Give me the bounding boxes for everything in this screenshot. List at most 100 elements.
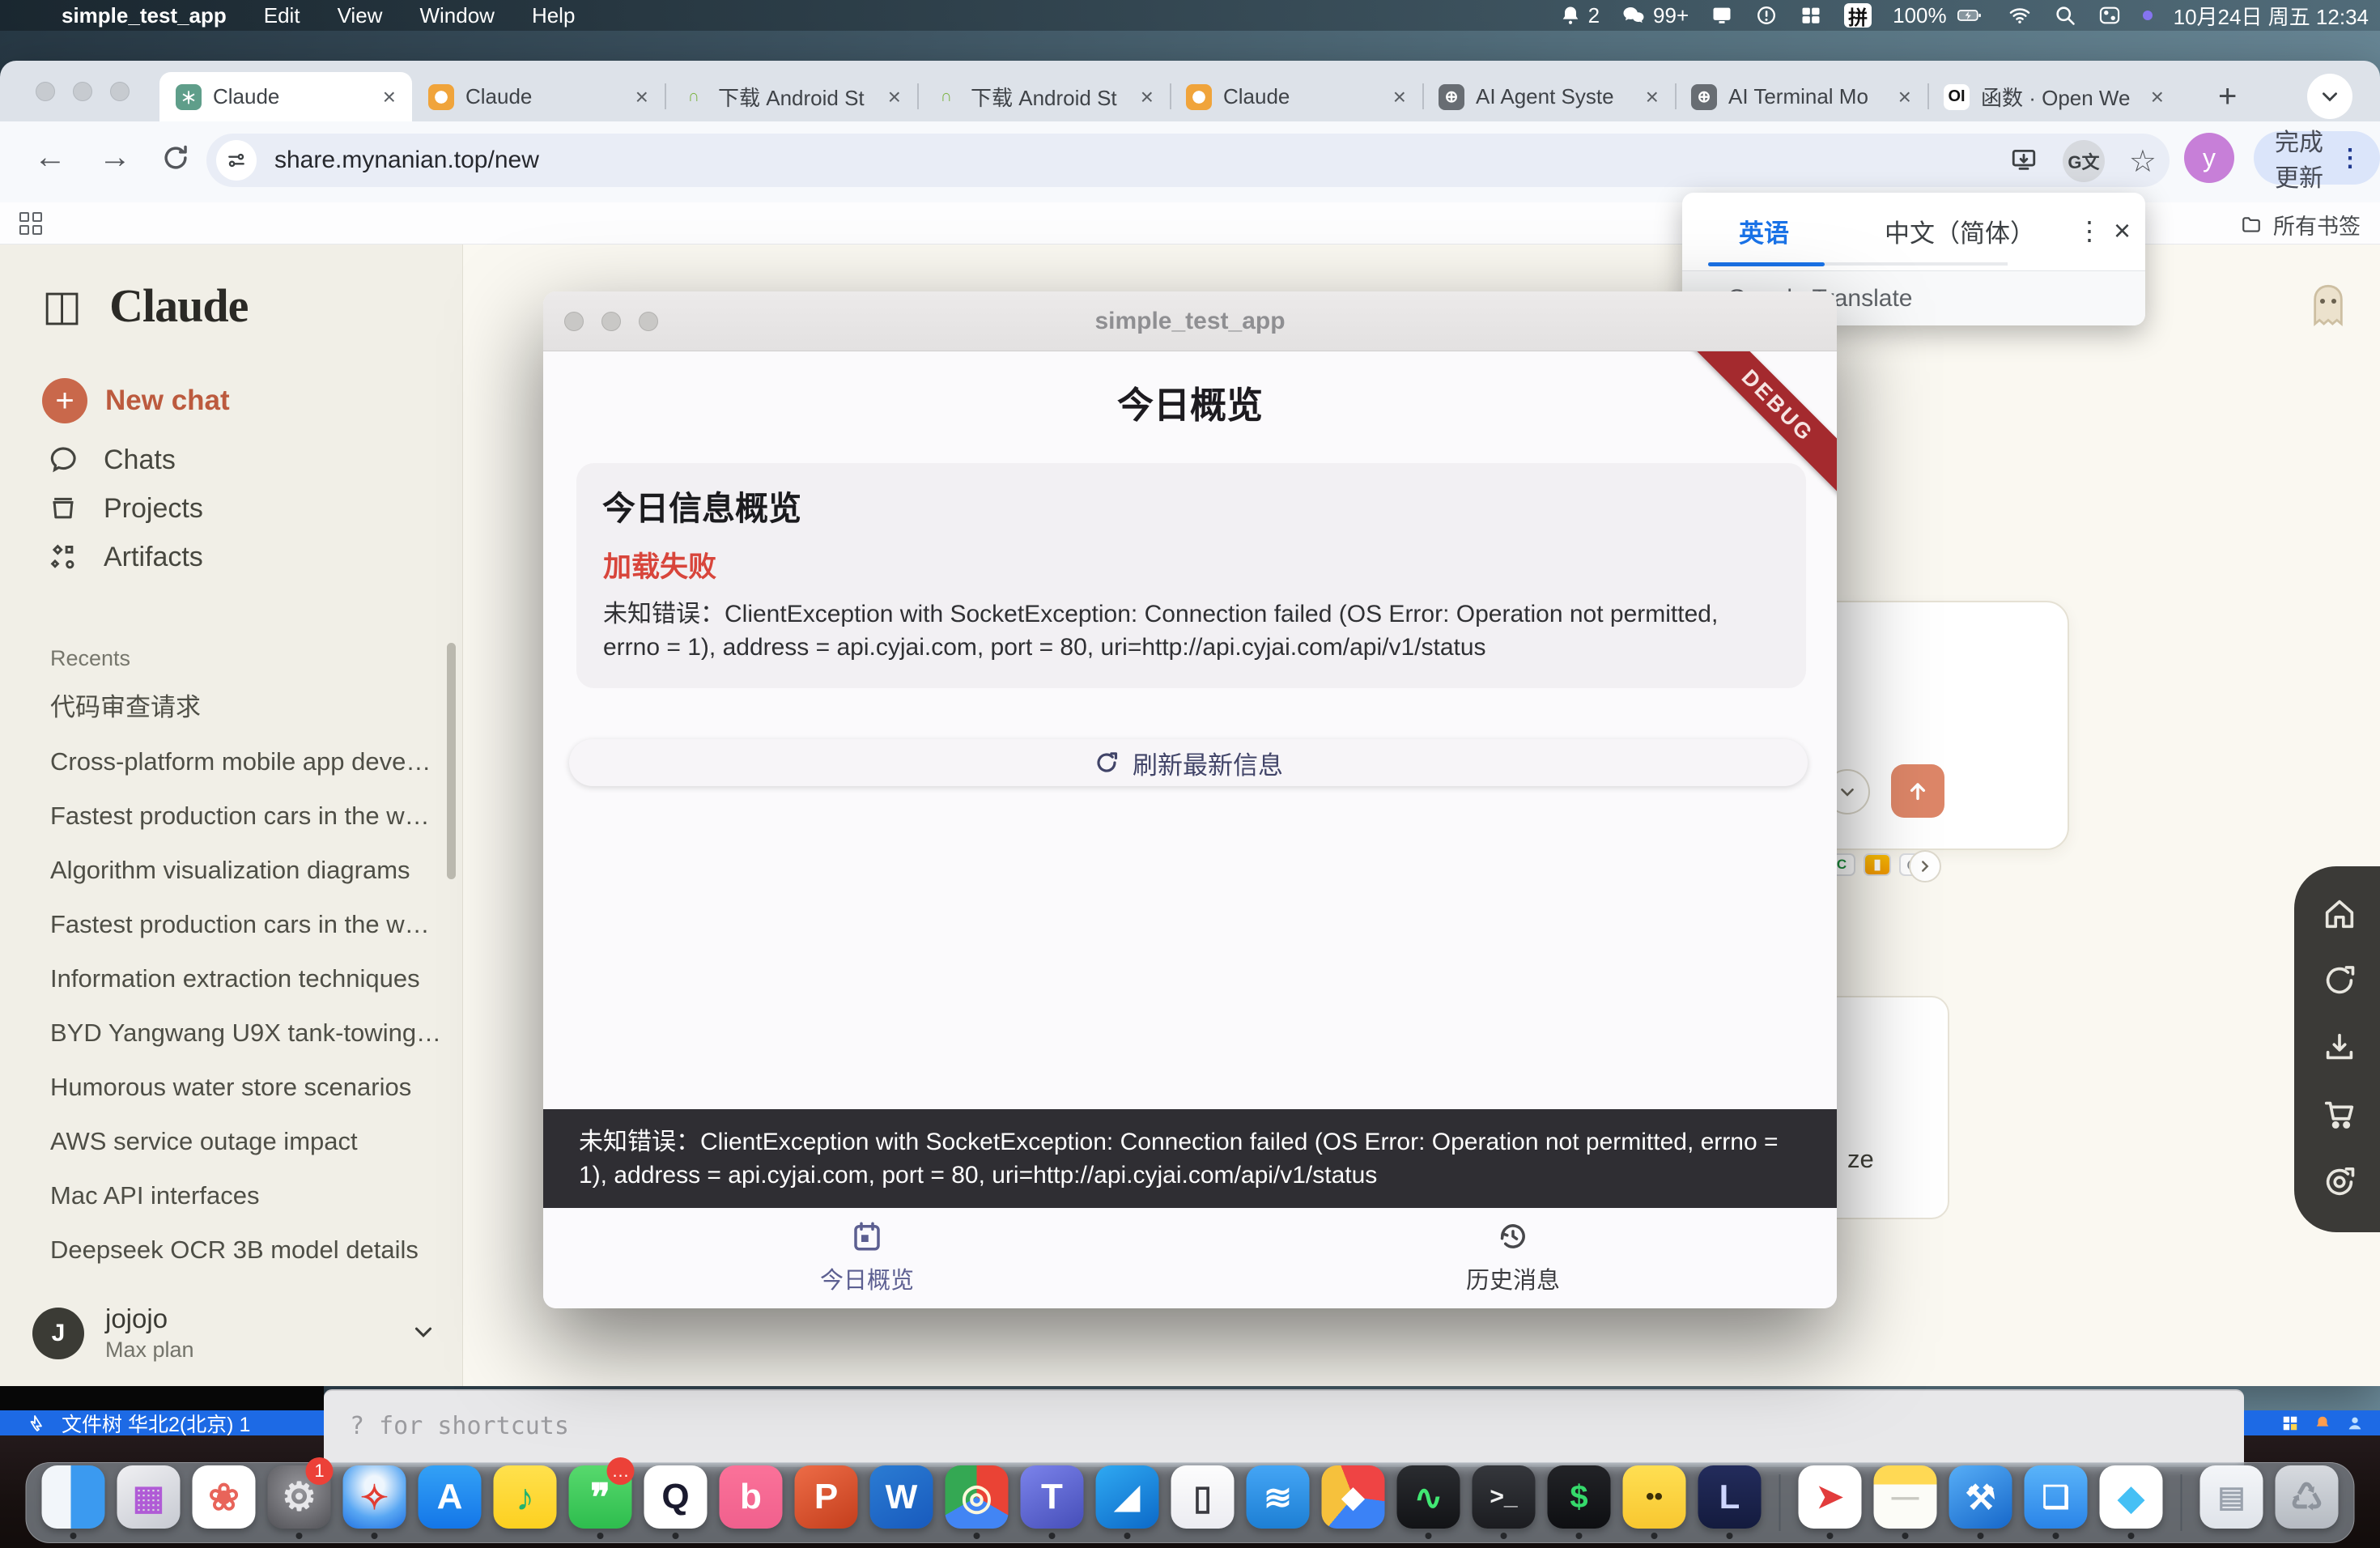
wechat-status-icon[interactable]: 99+	[1621, 3, 1689, 28]
dock-red-arrow-app[interactable]: ➤	[1798, 1465, 1863, 1540]
cart-icon[interactable]	[2321, 1095, 2358, 1137]
recent-chat-item[interactable]: Information extraction techniques	[0, 951, 453, 1006]
browser-menu-icon[interactable]: ⋮	[2338, 144, 2362, 172]
battery-status[interactable]: 100%	[1893, 3, 1986, 28]
nav-history-messages[interactable]: 历史消息	[1392, 1219, 1634, 1295]
recent-chat-item[interactable]: Cross-platform mobile app deve…	[0, 734, 453, 789]
forward-button[interactable]: →	[99, 139, 131, 176]
stage-manager-icon[interactable]	[1799, 4, 1823, 27]
dock-teams[interactable]: T	[1020, 1465, 1085, 1540]
dock-activity-monitor[interactable]: ∿	[1396, 1465, 1461, 1540]
tab-close-icon[interactable]: ×	[1643, 84, 1662, 110]
refresh-latest-button[interactable]: 刷新最新信息	[569, 739, 1808, 786]
dock-dev-cube[interactable]: ◆	[1321, 1465, 1386, 1540]
tab-close-icon[interactable]: ×	[380, 84, 399, 110]
control-center-icon[interactable]	[2097, 4, 2122, 27]
dock-trash[interactable]: ♺	[2275, 1465, 2340, 1540]
nav-today-overview[interactable]: 今日概览	[746, 1219, 988, 1295]
tab-close-icon[interactable]: ×	[1895, 84, 1915, 110]
dock-qq[interactable]: Q	[644, 1465, 708, 1540]
dock-docker[interactable]: ≋	[1246, 1465, 1311, 1540]
dock-word[interactable]: W	[869, 1465, 934, 1540]
recent-chat-item[interactable]: Deepseek OCR 3B model details	[0, 1223, 453, 1277]
dock-app-store[interactable]: A	[418, 1465, 482, 1540]
new-chat-button[interactable]: + New chat	[42, 378, 230, 423]
refresh-icon[interactable]	[2321, 962, 2358, 1003]
dock-powerpoint[interactable]: P	[794, 1465, 859, 1540]
time-machine-icon[interactable]	[1755, 4, 1778, 27]
dock-notes[interactable]: ―	[1873, 1465, 1938, 1540]
close-window-button[interactable]	[36, 82, 55, 101]
bookmark-star-icon[interactable]: ☆	[2129, 143, 2157, 180]
tab-open-webui[interactable]: OI 函数 · Open We ×	[1927, 72, 2180, 121]
tab-close-icon[interactable]: ×	[2148, 84, 2167, 110]
tab-close-icon[interactable]: ×	[1137, 84, 1157, 110]
new-tab-button[interactable]: +	[2218, 79, 2237, 115]
dock-launchpad[interactable]: ▦	[117, 1465, 181, 1540]
dock-lilisi-network[interactable]: L	[1698, 1465, 1762, 1540]
sidebar-scrollbar[interactable]	[447, 643, 456, 879]
dock-iterm[interactable]: $	[1547, 1465, 1612, 1540]
reload-button[interactable]	[160, 142, 191, 181]
zoom-window-button[interactable]	[110, 82, 130, 101]
tab-android-studio-2[interactable]: ∩ 下载 Android St ×	[917, 72, 1170, 121]
sidebar-toggle-icon[interactable]: ◫	[42, 285, 82, 327]
site-controls-icon[interactable]	[216, 140, 257, 181]
back-button[interactable]: ←	[34, 139, 66, 176]
dock-iphone-mirroring[interactable]: ▯	[1171, 1465, 1235, 1540]
recent-chat-item[interactable]: AWS service outage impact	[0, 1114, 453, 1168]
url-text[interactable]: share.mynanian.top/new	[274, 147, 539, 174]
recent-chat-item[interactable]: 代码审查请求	[0, 680, 453, 734]
connector-chip-2[interactable]: ▮	[1864, 853, 1891, 876]
tab-claude-active[interactable]: ＊ Claude ×	[159, 72, 412, 121]
dock-photos[interactable]: ❀	[192, 1465, 257, 1540]
dock-safari[interactable]: ✧	[342, 1465, 407, 1540]
address-bar[interactable]: share.mynanian.top/new G文 ☆	[206, 134, 2170, 187]
install-app-icon[interactable]	[2009, 146, 2038, 177]
translate-tab-english[interactable]: 英语	[1739, 213, 1789, 249]
menu-help[interactable]: Help	[532, 3, 575, 28]
input-method-icon[interactable]: 拼	[1844, 3, 1872, 28]
recent-chat-item[interactable]: Humorous water store scenarios	[0, 1060, 453, 1114]
claude-logo[interactable]: ◫ Claude	[42, 279, 248, 333]
dock-vscode[interactable]: ◢	[1095, 1465, 1160, 1540]
wifi-icon[interactable]	[2007, 4, 2033, 27]
app-title-bar[interactable]: simple_test_app	[543, 291, 1837, 351]
dock-finder[interactable]	[41, 1465, 106, 1540]
tab-claude-2[interactable]: Claude ×	[412, 72, 665, 121]
sidebar-item-projects[interactable]: Projects	[42, 484, 203, 533]
menu-window[interactable]: Window	[419, 3, 494, 28]
dock-bilibili[interactable]: b	[719, 1465, 784, 1540]
tab-ai-terminal[interactable]: ⊕ AI Terminal Mo ×	[1675, 72, 1927, 121]
recent-chat-item[interactable]: Mac API interfaces	[0, 1168, 453, 1223]
display-status-icon[interactable]	[1710, 4, 1734, 27]
translate-page-icon[interactable]: G文	[2063, 140, 2105, 182]
sidebar-item-artifacts[interactable]: Artifacts	[42, 533, 203, 581]
window-traffic-lights[interactable]	[36, 82, 130, 101]
send-message-button[interactable]	[1891, 764, 1944, 818]
tab-android-studio-1[interactable]: ∩ 下载 Android St ×	[665, 72, 917, 121]
recent-chat-item[interactable]: Fastest production cars in the w…	[0, 897, 453, 951]
menu-app-name[interactable]: simple_test_app	[62, 3, 227, 28]
user-account-button[interactable]: J jojojo Max plan	[32, 1303, 437, 1363]
dock-flutter[interactable]: ◆	[2099, 1465, 2164, 1540]
status-bar-text[interactable]: 文件树 华北2(北京) 1	[62, 1409, 250, 1438]
dock-terminal[interactable]: >_	[1472, 1465, 1536, 1540]
spotlight-search-icon[interactable]	[2054, 4, 2076, 27]
chrome-update-button[interactable]: 完成更新 ⋮	[2254, 131, 2380, 185]
dock-qq-music[interactable]: ♪	[493, 1465, 558, 1540]
chips-expand-chevron[interactable]	[1909, 850, 1941, 882]
translate-tab-chinese[interactable]: 中文（简体）	[1885, 213, 2035, 249]
download-icon[interactable]	[2321, 1029, 2358, 1070]
translate-options-icon[interactable]: ⋮	[2076, 215, 2102, 246]
dock-cyberduck[interactable]: ••	[1622, 1465, 1687, 1540]
apps-grid-icon[interactable]	[19, 212, 42, 235]
tab-ai-agent-system[interactable]: ⊕ AI Agent Syste ×	[1422, 72, 1675, 121]
recent-chat-item[interactable]: BYD Yangwang U9X tank-towing…	[0, 1006, 453, 1060]
recent-chat-item[interactable]: Fastest production cars in the w…	[0, 789, 453, 843]
tab-search-chevron-button[interactable]	[2307, 74, 2352, 119]
dock-hammer-app[interactable]: ⚒	[1949, 1465, 2013, 1540]
tab-close-icon[interactable]: ×	[632, 84, 652, 110]
dock-blue-shapes-app[interactable]: ❑	[2024, 1465, 2089, 1540]
menu-view[interactable]: View	[338, 3, 383, 28]
